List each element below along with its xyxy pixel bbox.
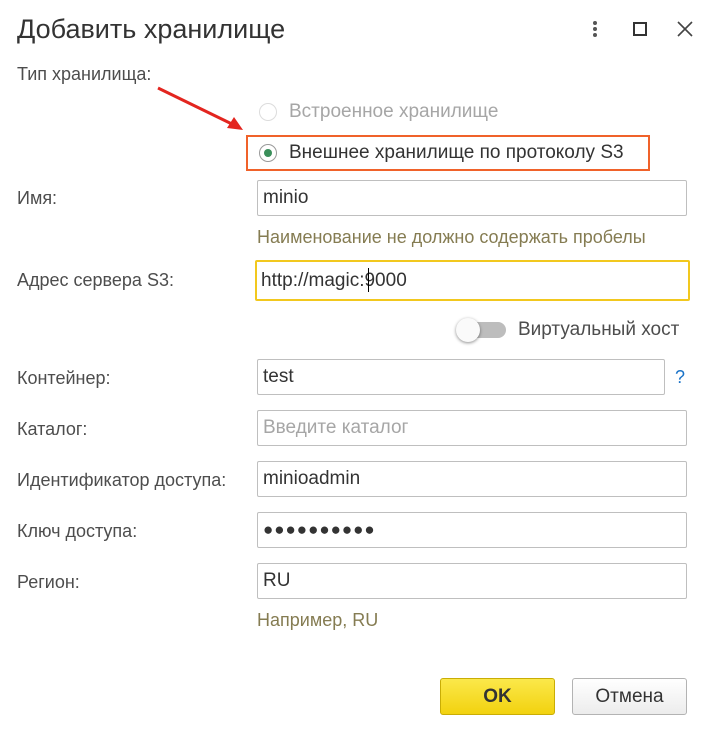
maximize-icon [633, 22, 647, 36]
catalog-placeholder: Введите каталог [263, 417, 409, 438]
server-address-value: http://magic:9000 [261, 269, 407, 291]
help-icon[interactable]: ? [675, 367, 685, 388]
more-button[interactable] [580, 14, 610, 44]
access-key-label: Ключ доступа: [17, 521, 138, 541]
server-label: Адрес сервера S3: [17, 270, 174, 290]
container-label: Контейнер: [17, 368, 111, 388]
close-button[interactable] [670, 14, 700, 44]
maximize-button[interactable] [625, 14, 655, 44]
region-field[interactable]: RU [257, 563, 687, 599]
region-hint: Например, RU [257, 610, 379, 630]
annotation-arrow-icon [157, 86, 243, 130]
radio-builtin-storage[interactable]: Встроенное хранилище [259, 101, 498, 123]
radio-circle-checked [259, 144, 277, 162]
container-field[interactable]: test [257, 359, 665, 395]
ok-button[interactable]: OK [440, 678, 555, 715]
name-label: Имя: [17, 188, 58, 208]
access-id-label: Идентификатор доступа: [17, 470, 227, 490]
radio-s3-label: Внешнее хранилище по протоколу S3 [289, 142, 624, 163]
virtual-host-toggle[interactable] [456, 318, 508, 342]
text-cursor [368, 268, 369, 292]
access-id-field[interactable]: minioadmin [257, 461, 687, 497]
catalog-field[interactable]: Введите каталог [257, 410, 687, 446]
name-hint: Наименование не должно содержать пробелы [257, 227, 646, 247]
radio-circle [259, 103, 277, 121]
access-key-field[interactable]: ●●●●●●●●●● [257, 512, 687, 548]
region-label: Регион: [17, 572, 80, 592]
close-icon [677, 21, 693, 37]
radio-s3-storage[interactable]: Внешнее хранилище по протоколу S3 [259, 142, 624, 164]
radio-builtin-label: Встроенное хранилище [289, 101, 499, 122]
cancel-button[interactable]: Отмена [572, 678, 687, 715]
server-address-field[interactable]: http://magic:9000 [255, 260, 690, 301]
name-field[interactable]: minio [257, 180, 687, 216]
more-vertical-icon [593, 21, 597, 37]
dialog-title: Добавить хранилище [17, 14, 286, 44]
virtual-host-label: Виртуальный хост [518, 319, 680, 340]
catalog-label: Каталог: [17, 419, 88, 439]
storage-type-label: Тип хранилища: [17, 64, 152, 84]
